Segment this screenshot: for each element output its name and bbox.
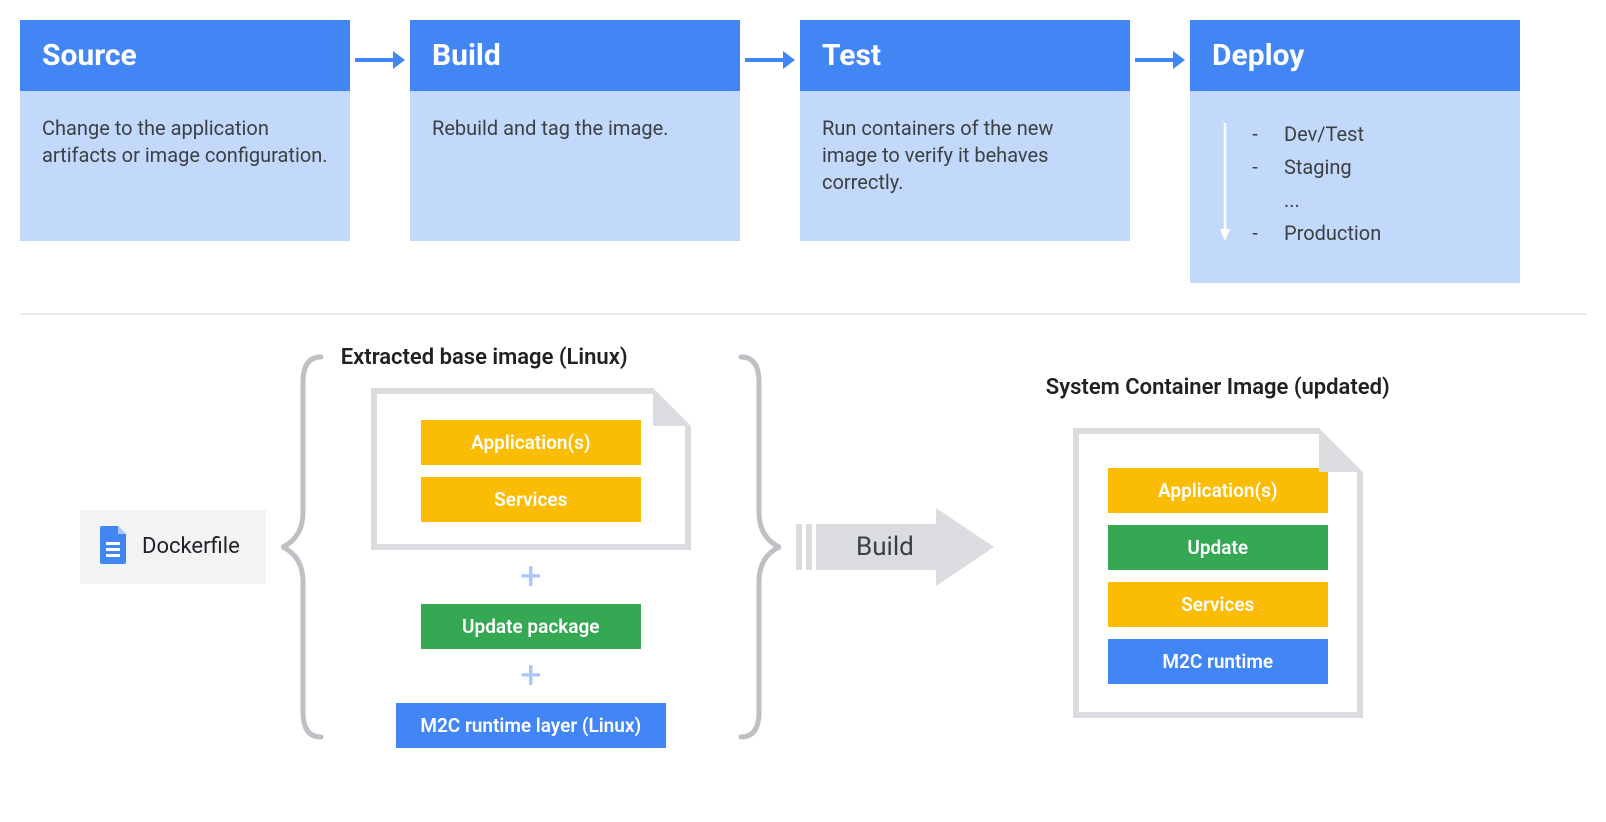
stage-build: Build Rebuild and tag the image.	[410, 20, 740, 283]
layer-update: Update	[1108, 525, 1328, 570]
layer-services: Services	[1108, 582, 1328, 627]
layer-m2c-runtime: M2C runtime	[1108, 639, 1328, 684]
extracted-image-doc: Application(s) Services	[371, 388, 691, 550]
layer-applications: Application(s)	[1108, 468, 1328, 513]
left-stack: Extracted base image (Linux) Application…	[331, 345, 731, 748]
layer-services: Services	[421, 477, 641, 522]
build-arrow-label: Build	[856, 532, 914, 562]
divider	[20, 313, 1586, 315]
brace-left-icon	[276, 345, 331, 748]
stage-source-title: Source	[20, 20, 350, 91]
deploy-item: -Dev/Test	[1246, 121, 1498, 148]
stage-test-body: Run containers of the new image to verif…	[800, 91, 1130, 241]
left-stack-title: Extracted base image (Linux)	[341, 345, 628, 370]
plus-icon: +	[520, 558, 542, 596]
deploy-ellipsis: ...	[1284, 187, 1498, 214]
layer-update-package: Update package	[421, 604, 641, 649]
deploy-list: -Dev/Test -Staging ... -Production	[1212, 121, 1498, 247]
deploy-item: -Production	[1246, 220, 1498, 247]
pipeline-row: Source Change to the application artifac…	[20, 20, 1586, 283]
arrow-icon	[740, 20, 800, 72]
lower-diagram: Dockerfile Extracted base image (Linux) …	[20, 345, 1586, 748]
stage-build-body: Rebuild and tag the image.	[410, 91, 740, 241]
file-icon	[98, 526, 128, 568]
stage-deploy-body: -Dev/Test -Staging ... -Production	[1190, 91, 1520, 283]
stage-source-body: Change to the application artifacts or i…	[20, 91, 350, 241]
stage-test: Test Run containers of the new image to …	[800, 20, 1130, 283]
dockerfile-block: Dockerfile	[80, 510, 266, 584]
layer-m2c-runtime: M2C runtime layer (Linux)	[396, 703, 666, 748]
stage-build-title: Build	[410, 20, 740, 91]
right-column: System Container Image (updated) Applica…	[1046, 375, 1390, 718]
build-arrow-icon: Build	[796, 502, 996, 592]
brace-right-icon	[731, 345, 786, 748]
arrow-icon	[1130, 20, 1190, 72]
stage-deploy: Deploy -Dev/Test -Staging ... -Productio…	[1190, 20, 1520, 283]
system-container-doc: Application(s) Update Services M2C runti…	[1073, 428, 1363, 718]
arrow-icon	[350, 20, 410, 72]
plus-icon: +	[520, 657, 542, 695]
right-title: System Container Image (updated)	[1046, 375, 1390, 400]
stage-deploy-title: Deploy	[1190, 20, 1520, 91]
deploy-item: -Staging	[1246, 154, 1498, 181]
dockerfile-label: Dockerfile	[142, 534, 240, 559]
stage-source: Source Change to the application artifac…	[20, 20, 350, 283]
layer-applications: Application(s)	[421, 420, 641, 465]
build-arrow: Build	[796, 502, 996, 592]
arrow-down-icon	[1218, 123, 1232, 243]
stage-test-title: Test	[800, 20, 1130, 91]
